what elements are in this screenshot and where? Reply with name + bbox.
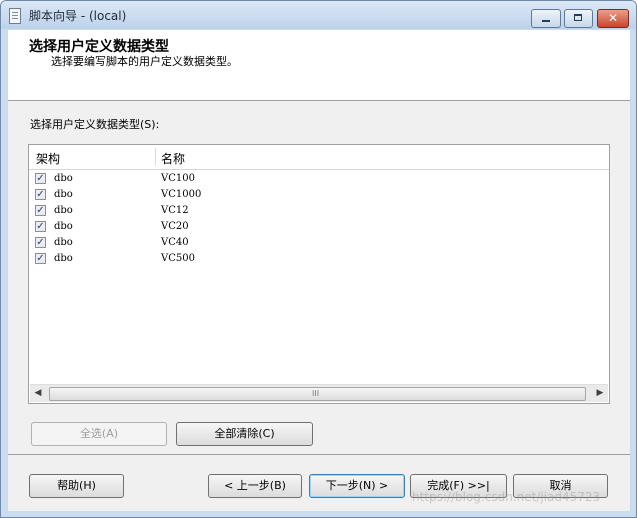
window-title: 脚本向导 - (local) [29, 9, 127, 23]
schema-cell: dbo [54, 205, 73, 216]
datatype-list[interactable]: 架构 名称 ✓ dbo VC100 ✓ dbo VC1000 ✓ dbo VC1… [28, 144, 610, 404]
name-cell: VC1000 [161, 189, 202, 200]
schema-cell: dbo [54, 221, 73, 232]
schema-cell: dbo [54, 173, 73, 184]
back-button[interactable]: < 上一步(B) [208, 474, 302, 498]
list-row[interactable]: ✓ dbo VC12 [29, 203, 589, 219]
minimize-button[interactable] [531, 9, 561, 28]
schema-cell: dbo [54, 253, 73, 264]
scroll-left-icon[interactable]: ◀ [30, 385, 46, 402]
maximize-button[interactable] [564, 9, 593, 28]
row-checkbox[interactable]: ✓ [35, 189, 46, 200]
wizard-header: 选择用户定义数据类型 选择要编写脚本的用户定义数据类型。 [8, 30, 630, 101]
list-row[interactable]: ✓ dbo VC1000 [29, 187, 589, 203]
name-cell: VC100 [161, 173, 195, 184]
page-description: 选择要编写脚本的用户定义数据类型。 [51, 55, 238, 68]
list-row[interactable]: ✓ dbo VC100 [29, 171, 589, 187]
schema-cell: dbo [54, 189, 73, 200]
scroll-grip: III [312, 389, 320, 398]
clear-all-button[interactable]: 全部清除(C) [176, 422, 313, 446]
close-icon: ✕ [608, 11, 619, 25]
maximize-icon [574, 14, 582, 21]
checkmark-icon: ✓ [36, 221, 45, 232]
title-bar[interactable]: 脚本向导 - (local) ✕ [1, 1, 636, 29]
checkmark-icon: ✓ [36, 253, 45, 264]
list-header: 架构 名称 [29, 145, 609, 170]
list-label: 选择用户定义数据类型(S): [30, 118, 160, 131]
schema-cell: dbo [54, 237, 73, 248]
scroll-thumb[interactable]: III [49, 387, 586, 401]
watermark: https://blog.csdn.net/jiad45723 [412, 490, 601, 504]
scroll-right-icon[interactable]: ▶ [592, 385, 608, 402]
row-checkbox[interactable]: ✓ [35, 221, 46, 232]
list-row[interactable]: ✓ dbo VC20 [29, 219, 589, 235]
column-header-name[interactable]: 名称 [161, 150, 185, 167]
checkmark-icon: ✓ [36, 205, 45, 216]
name-cell: VC500 [161, 253, 195, 264]
name-cell: VC20 [161, 221, 189, 232]
list-row[interactable]: ✓ dbo VC40 [29, 235, 589, 251]
row-checkbox[interactable]: ✓ [35, 253, 46, 264]
row-checkbox[interactable]: ✓ [35, 237, 46, 248]
select-all-button[interactable]: 全选(A) [31, 422, 167, 446]
next-button[interactable]: 下一步(N) > [309, 474, 405, 498]
name-cell: VC12 [161, 205, 189, 216]
wizard-window: 脚本向导 - (local) ✕ 选择用户定义数据类型 选择要编写脚本的用户定义… [0, 0, 637, 518]
name-cell: VC40 [161, 237, 189, 248]
column-header-schema[interactable]: 架构 [36, 150, 60, 167]
checkmark-icon: ✓ [36, 237, 45, 248]
help-button[interactable]: 帮助(H) [29, 474, 124, 498]
checkmark-icon: ✓ [36, 189, 45, 200]
column-divider[interactable] [155, 148, 156, 166]
row-checkbox[interactable]: ✓ [35, 173, 46, 184]
checkmark-icon: ✓ [36, 173, 45, 184]
wizard-content: 选择用户定义数据类型 选择要编写脚本的用户定义数据类型。 选择用户定义数据类型(… [8, 30, 630, 511]
horizontal-scrollbar[interactable]: ◀ III ▶ [30, 384, 608, 402]
footer-divider [8, 454, 630, 455]
minimize-icon [542, 20, 550, 22]
close-button[interactable]: ✕ [597, 9, 629, 28]
row-checkbox[interactable]: ✓ [35, 205, 46, 216]
list-row[interactable]: ✓ dbo VC500 [29, 251, 589, 267]
script-document-icon [9, 8, 21, 24]
